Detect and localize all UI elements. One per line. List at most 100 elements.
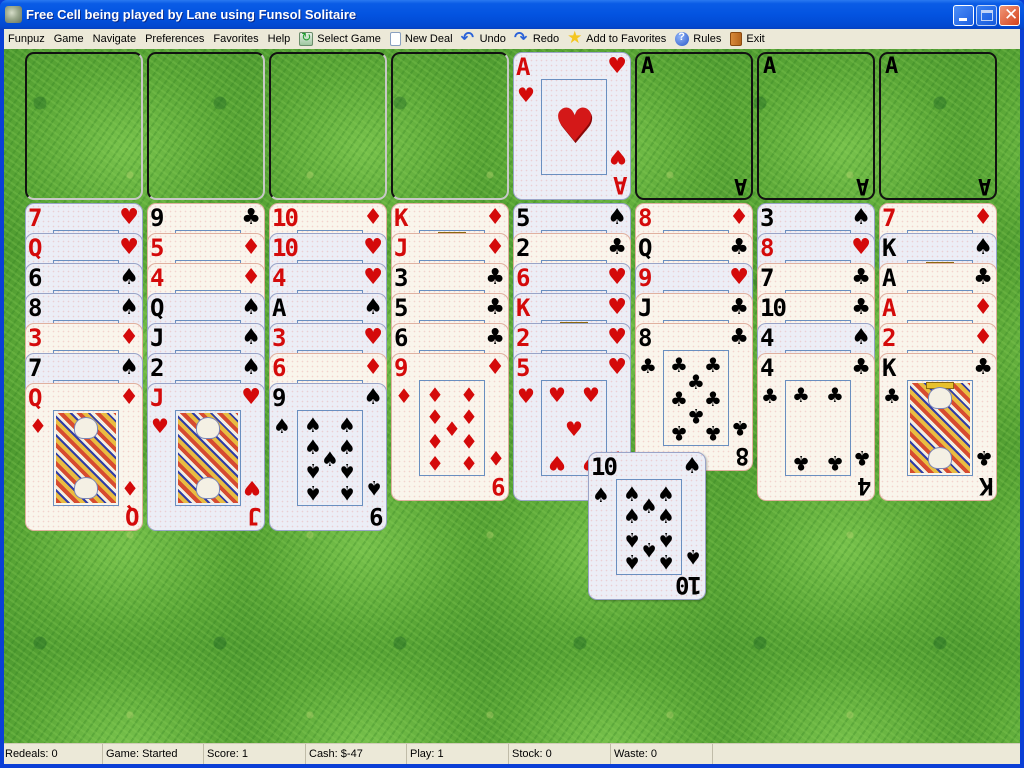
menu-bar: Funpuz Game Navigate Preferences Favorit… — [4, 28, 1020, 49]
select-game-button[interactable]: Select Game — [295, 29, 386, 49]
diamonds-pip-icon: ♦ — [460, 451, 478, 475]
new-deal-button[interactable]: New Deal — [386, 29, 458, 49]
status-cash: Cash: $-47 — [306, 744, 407, 764]
menu-funpuz[interactable]: Funpuz — [4, 29, 50, 49]
card-q-of-diamonds[interactable]: Q ♦ ♦ ♦ Q — [25, 383, 143, 531]
spades-suit-icon: ♠ — [684, 545, 702, 569]
card-center-frame: ♣ ♣ ♣ ♣ ♣ ♣ ♣ ♣ — [663, 350, 729, 446]
court-face-top — [928, 387, 952, 409]
spades-pip-icon: ♠ — [321, 447, 339, 471]
menu-help[interactable]: Help — [264, 29, 296, 49]
card-8-of-clubs[interactable]: 8 ♣ ♣ ♣ ♣ ♣ ♣ ♣ ♣ ♣ ♣ ♣ 8 — [635, 323, 753, 471]
free-cell-3[interactable] — [269, 52, 387, 200]
card-rank: 6 — [394, 324, 409, 352]
clubs-suit-icon: ♣ — [973, 265, 993, 290]
menu-navigate[interactable]: Navigate — [89, 29, 141, 49]
diamonds-suit-icon: ♦ — [119, 325, 139, 350]
puzzle-app-icon[interactable] — [5, 6, 22, 23]
clubs-pip-icon: ♣ — [704, 353, 722, 377]
court-face-bottom — [928, 447, 952, 469]
window-title: Free Cell being played by Lane using Fun… — [26, 7, 357, 22]
menu-preferences[interactable]: Preferences — [141, 29, 209, 49]
card-rank: A — [882, 264, 897, 292]
dragged-card-10-of-spades[interactable]: 10 ♠ ♠ ♠ ♠ ♠ ♠ ♠ ♠ ♠ ♠ ♠ ♠ ♠ 10 — [588, 452, 706, 600]
diamonds-suit-icon: ♦ — [973, 205, 993, 230]
hearts-suit-icon: ♥ — [607, 265, 627, 290]
card-rank: 9 — [638, 264, 653, 292]
clubs-suit-icon: ♣ — [729, 235, 749, 260]
spades-suit-icon: ♠ — [363, 385, 383, 410]
card-a-of-hearts[interactable]: A ♥ ♥ ♥ ♥ A — [513, 52, 631, 200]
card-center-frame: ♦ ♦ ♦ ♦ ♦ ♦ ♦ ♦ ♦ — [419, 380, 485, 476]
page-icon — [389, 32, 401, 46]
menu-label: Game — [53, 33, 84, 45]
hearts-suit-icon: ♥ — [241, 385, 261, 410]
spades-suit-icon: ♠ — [119, 295, 139, 320]
close-button[interactable]: ✕ — [999, 5, 1020, 26]
card-rank-bottom: J — [248, 502, 261, 530]
card-rank: 5 — [394, 294, 409, 322]
close-icon: ✕ — [1004, 5, 1019, 25]
foundation-2[interactable]: AA — [635, 52, 753, 200]
minimize-icon — [959, 18, 967, 21]
card-rank: 8 — [760, 234, 775, 262]
free-cell-1[interactable] — [25, 52, 143, 200]
redo-button[interactable]: Redo — [511, 28, 564, 49]
clubs-suit-icon: ♣ — [761, 384, 779, 408]
rules-button[interactable]: Rules — [671, 29, 726, 49]
card-rank: K — [516, 294, 531, 322]
card-rank: 7 — [28, 204, 43, 232]
minimize-button[interactable] — [953, 5, 974, 26]
card-rank: 7 — [882, 204, 897, 232]
card-rank: 10 — [591, 453, 618, 481]
foundation-placeholder-label: A — [855, 173, 869, 198]
undo-button[interactable]: Undo — [458, 28, 511, 49]
card-4-of-clubs[interactable]: 4 ♣ ♣ ♣ ♣ ♣ ♣ ♣ 4 — [757, 353, 875, 501]
free-cell-2[interactable] — [147, 52, 265, 200]
diamonds-pip-icon: ♦ — [460, 405, 478, 429]
card-9-of-spades[interactable]: 9 ♠ ♠ ♠ ♠ ♠ ♠ ♠ ♠ ♠ ♠ ♠ ♠ 9 — [269, 383, 387, 531]
spades-suit-icon: ♠ — [241, 325, 261, 350]
card-j-of-hearts[interactable]: J ♥ ♥ ♥ J — [147, 383, 265, 531]
card-rank: Q — [28, 234, 43, 262]
add-to-favorites-button[interactable]: Add to Favorites — [564, 28, 671, 49]
card-rank: 2 — [882, 324, 897, 352]
status-stock: Stock: 0 — [509, 744, 611, 764]
card-center-frame — [907, 380, 973, 476]
card-rank-bottom: 4 — [858, 472, 871, 500]
card-rank: 8 — [28, 294, 43, 322]
court-face-bottom — [74, 477, 98, 499]
card-rank: 9 — [272, 384, 287, 412]
card-center-frame: ♥ — [541, 79, 607, 175]
spades-suit-icon: ♠ — [592, 483, 610, 507]
card-rank: 8 — [638, 204, 653, 232]
spades-pip-icon: ♠ — [304, 435, 322, 459]
spades-pip-icon: ♠ — [338, 413, 356, 437]
foundation-placeholder-label: A — [885, 54, 899, 79]
card-k-of-clubs[interactable]: K ♣ ♣ ♣ K — [879, 353, 997, 501]
game-board[interactable]: A♥♥♥♥AAAAAAA7♥♥♥♥♥♥♥♥♥♥7Q♥♥♥Q6♠♠♠♠♠♠♠♠♠6… — [4, 49, 1020, 743]
card-rank: 2 — [516, 234, 531, 262]
foundation-3[interactable]: AA — [757, 52, 875, 200]
hearts-pip-icon: ♥ — [548, 451, 566, 475]
hearts-suit-icon: ♥ — [609, 145, 627, 169]
card-rank: Q — [150, 294, 165, 322]
foundation-4[interactable]: AA — [879, 52, 997, 200]
card-rank: 6 — [28, 264, 43, 292]
spades-suit-icon: ♠ — [119, 355, 139, 380]
diamonds-suit-icon: ♦ — [485, 235, 505, 260]
menu-game[interactable]: Game — [50, 29, 89, 49]
exit-button[interactable]: Exit — [726, 29, 769, 49]
status-game: Game: Started — [103, 744, 204, 764]
maximize-button[interactable] — [976, 5, 997, 26]
card-rank: 7 — [760, 264, 775, 292]
title-bar[interactable]: Free Cell being played by Lane using Fun… — [0, 0, 1024, 30]
large-heart-icon: ♥ — [554, 98, 596, 152]
card-rank-bottom: K — [980, 472, 993, 500]
card-9-of-diamonds[interactable]: 9 ♦ ♦ ♦ ♦ ♦ ♦ ♦ ♦ ♦ ♦ ♦ ♦ 9 — [391, 353, 509, 501]
clubs-suit-icon: ♣ — [851, 265, 871, 290]
free-cell-4[interactable] — [391, 52, 509, 200]
status-bar: Redeals: 0 Game: Started Score: 1 Cash: … — [4, 743, 1020, 764]
menu-favorites[interactable]: Favorites — [209, 29, 263, 49]
spades-pip-icon: ♠ — [657, 550, 675, 574]
